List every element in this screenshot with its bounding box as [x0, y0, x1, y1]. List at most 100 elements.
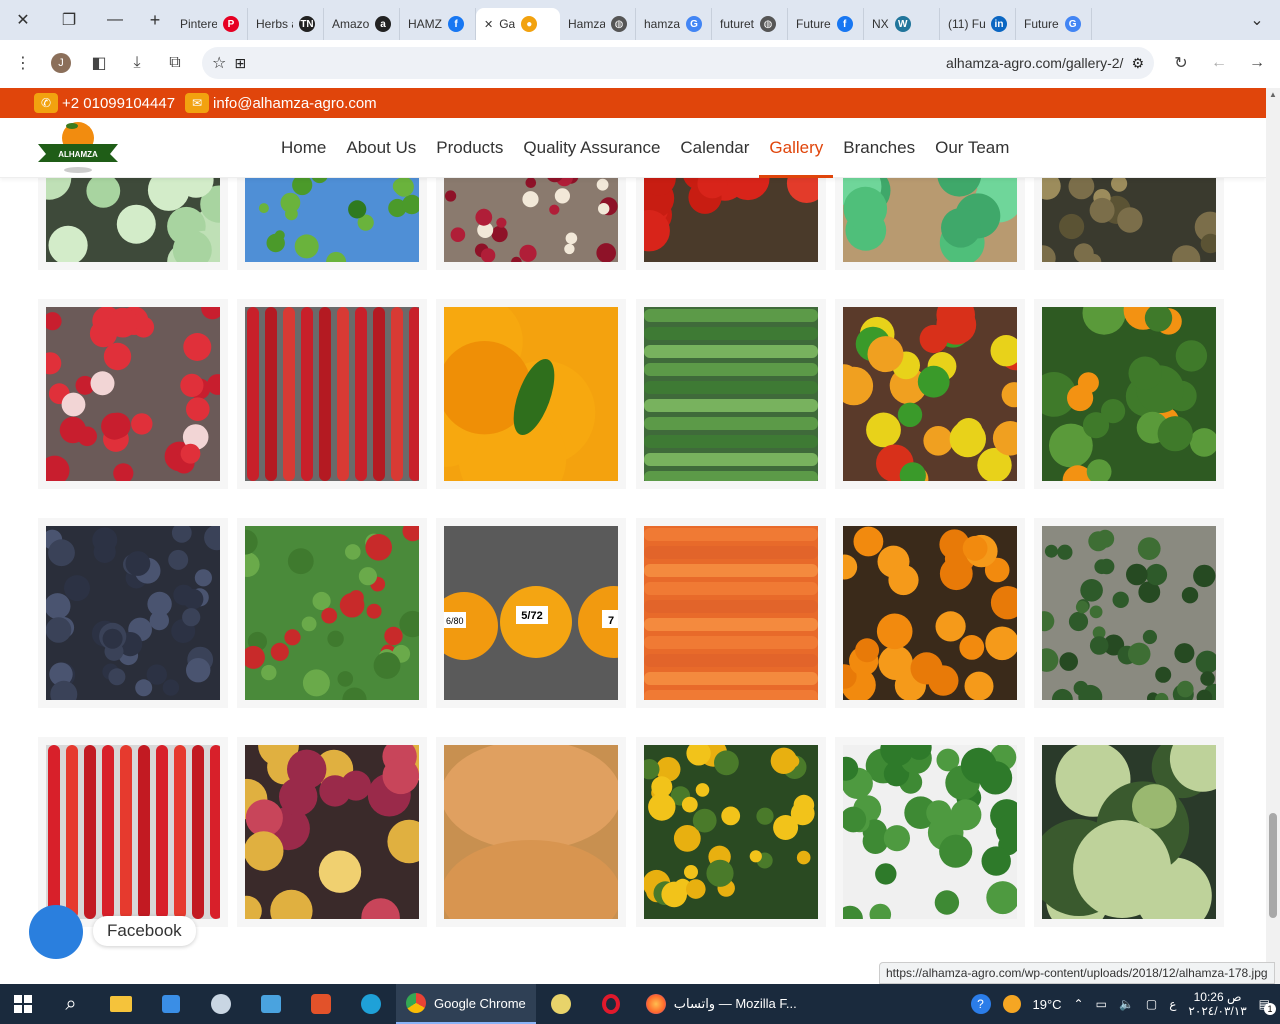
gallery-photo[interactable]: [245, 178, 420, 262]
download-icon[interactable]: ⤓: [120, 46, 154, 80]
close-window-icon[interactable]: ✕: [0, 0, 46, 40]
back-icon[interactable]: ←: [1202, 46, 1236, 80]
media-icon[interactable]: [536, 984, 586, 1024]
help-icon[interactable]: ?: [970, 994, 991, 1014]
menu-icon[interactable]: ⋮: [6, 46, 40, 80]
phone-link[interactable]: ✆ +2 01099104447: [34, 93, 175, 113]
gallery-item[interactable]: [834, 737, 1025, 927]
weather-icon[interactable]: [1002, 995, 1021, 1013]
gallery-photo[interactable]: [245, 745, 420, 919]
taskbar-firefox[interactable]: واتساب — Mozilla F...: [636, 984, 807, 1024]
gallery-photo[interactable]: [444, 178, 619, 262]
gallery-item[interactable]: 5/72 6/80 7: [436, 518, 627, 708]
gallery-photo[interactable]: [46, 745, 220, 919]
gallery-photo[interactable]: [842, 745, 1017, 919]
browser-tab[interactable]: (11) Fu in: [940, 8, 1016, 40]
browser-tab[interactable]: Herbs a TN: [248, 8, 324, 40]
opera-icon[interactable]: [586, 984, 636, 1024]
gallery-photo[interactable]: [842, 526, 1017, 700]
gallery-item[interactable]: [635, 737, 826, 927]
browser-tab[interactable]: Pintere P: [172, 8, 248, 40]
gallery-photo[interactable]: [245, 526, 420, 700]
gallery-photo[interactable]: [643, 307, 818, 481]
gallery-item[interactable]: [635, 299, 826, 489]
nav-item-home[interactable]: Home: [281, 118, 326, 178]
tab-search-icon[interactable]: ⌄: [1234, 0, 1280, 40]
reload-icon[interactable]: ↻: [1164, 46, 1198, 80]
gallery-item[interactable]: [635, 178, 826, 270]
new-tab-icon[interactable]: +: [138, 10, 172, 31]
gallery-item[interactable]: [436, 178, 627, 270]
minimize-window-icon[interactable]: —: [92, 0, 138, 40]
nav-item-branches[interactable]: Branches: [843, 118, 915, 178]
site-logo[interactable]: ALHAMZA: [34, 118, 122, 176]
gallery-item[interactable]: [834, 178, 1025, 270]
language-indicator[interactable]: ع: [1169, 997, 1176, 1011]
gallery-item[interactable]: [38, 178, 228, 270]
facebook-label[interactable]: Facebook: [93, 916, 196, 946]
nav-item-our-team[interactable]: Our Team: [935, 118, 1009, 178]
snip-icon[interactable]: [246, 984, 296, 1024]
gallery-item[interactable]: [237, 178, 428, 270]
page-scrollbar[interactable]: ▲: [1266, 88, 1280, 984]
gallery-item[interactable]: [1034, 737, 1224, 927]
nav-item-quality-assurance[interactable]: Quality Assurance: [523, 118, 660, 178]
bookmark-star-icon[interactable]: ☆: [212, 53, 226, 73]
email-link[interactable]: ✉ info@alhamza-agro.com: [185, 93, 377, 113]
search-icon[interactable]: ⌕: [46, 984, 96, 1024]
scroll-up-icon[interactable]: ▲: [1269, 90, 1277, 99]
browser-tab[interactable]: hamza G: [636, 8, 712, 40]
gallery-photo[interactable]: [842, 178, 1017, 262]
gallery-item[interactable]: [237, 518, 428, 708]
notifications-icon[interactable]: ▤ 1: [1259, 997, 1276, 1015]
gallery-item[interactable]: [834, 518, 1025, 708]
taskbar-chrome[interactable]: Google Chrome: [396, 984, 536, 1024]
gallery-photo[interactable]: [444, 745, 619, 919]
gallery-item[interactable]: [1034, 299, 1224, 489]
gallery-photo[interactable]: [643, 526, 818, 700]
gallery-item[interactable]: [237, 737, 428, 927]
nav-item-gallery[interactable]: Gallery: [759, 118, 834, 178]
gallery-item[interactable]: [237, 299, 428, 489]
url-text[interactable]: alhamza-agro.com/gallery-2/: [254, 55, 1123, 71]
gallery-photo[interactable]: [643, 178, 818, 262]
gallery-photo[interactable]: [842, 307, 1017, 481]
close-tab-icon[interactable]: ✕: [484, 18, 493, 31]
start-icon[interactable]: [0, 984, 46, 1024]
gallery-photo[interactable]: [1042, 307, 1216, 481]
paint-icon[interactable]: [196, 984, 246, 1024]
volume-icon[interactable]: 🔈: [1119, 997, 1134, 1011]
gallery-photo[interactable]: [444, 307, 619, 481]
gallery-item[interactable]: [436, 737, 627, 927]
gallery-item[interactable]: [38, 737, 228, 927]
gallery-item[interactable]: [436, 299, 627, 489]
facebook-chat-button[interactable]: [29, 905, 83, 959]
gallery-photo[interactable]: [1042, 745, 1216, 919]
edge-icon[interactable]: [346, 984, 396, 1024]
clock[interactable]: 10:26 ص ٢٠٢٤/٠٣/١٣: [1188, 990, 1246, 1018]
gallery-item[interactable]: [38, 518, 228, 708]
browser-tab[interactable]: NX W: [864, 8, 940, 40]
site-info-icon[interactable]: ⚙: [1131, 55, 1144, 72]
side-panel-icon[interactable]: ◧: [82, 46, 116, 80]
app-icon[interactable]: [296, 984, 346, 1024]
gallery-photo[interactable]: [46, 178, 220, 262]
browser-tab[interactable]: Hamza ◍: [560, 8, 636, 40]
store-icon[interactable]: [146, 984, 196, 1024]
extensions-icon[interactable]: ⧉: [158, 46, 192, 80]
nav-item-about-us[interactable]: About Us: [346, 118, 416, 178]
browser-tab[interactable]: ✕ Ga ●: [476, 8, 560, 40]
browser-tab[interactable]: Amazo a: [324, 8, 400, 40]
profile-button[interactable]: J: [44, 46, 78, 80]
gallery-item[interactable]: [1034, 178, 1224, 270]
address-bar[interactable]: ☆ ⊞ alhamza-agro.com/gallery-2/ ⚙: [202, 47, 1154, 79]
browser-tab[interactable]: Future G: [1016, 8, 1092, 40]
gallery-photo[interactable]: [1042, 178, 1216, 262]
browser-tab[interactable]: HAMZ f: [400, 8, 476, 40]
browser-tab[interactable]: futuret ◍: [712, 8, 788, 40]
gallery-item[interactable]: [1034, 518, 1224, 708]
weather-temp[interactable]: 19°C: [1033, 997, 1062, 1012]
gallery-item[interactable]: [38, 299, 228, 489]
forward-icon[interactable]: →: [1240, 46, 1274, 80]
gallery-photo[interactable]: [245, 307, 420, 481]
